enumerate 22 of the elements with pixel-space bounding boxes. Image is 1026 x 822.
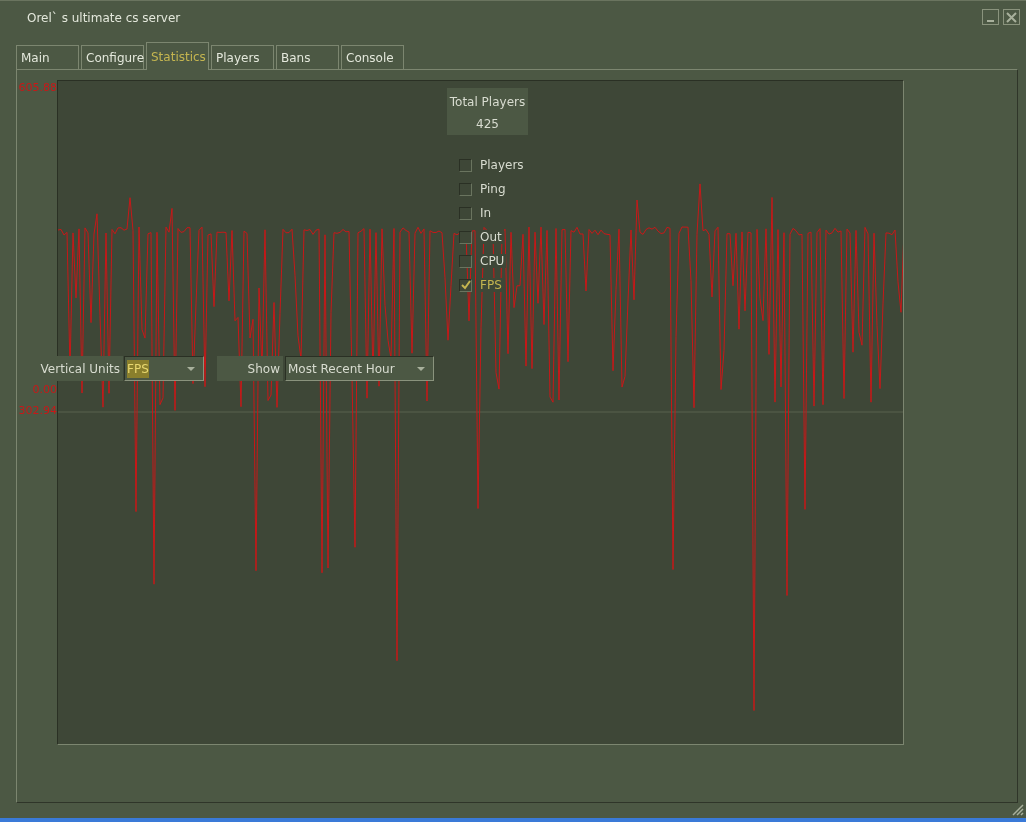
axis-label: 302.94 [17, 405, 57, 416]
resize-grip-icon[interactable] [1012, 804, 1024, 816]
tab[interactable]: Main [16, 45, 79, 69]
tab[interactable]: Players [211, 45, 274, 69]
total-players-value: 425 [475, 116, 500, 133]
show-dropdown[interactable]: Most Recent Hour [285, 356, 434, 381]
tab[interactable]: Statistics [146, 42, 209, 70]
tab[interactable]: Configure [81, 45, 144, 69]
tab[interactable]: Bans [276, 45, 339, 69]
minimize-icon [987, 20, 994, 22]
axis-label: 0.00 [31, 384, 57, 395]
close-button[interactable] [1003, 9, 1020, 25]
dropdown-arrow-icon [417, 366, 425, 371]
tab[interactable]: Console [341, 45, 404, 69]
total-players-label: Total Players [448, 94, 527, 111]
window-title: Orel` s ultimate cs server [27, 11, 181, 25]
minimize-button[interactable] [982, 9, 999, 25]
dropdown-arrow-icon [187, 366, 195, 371]
checkmark-icon [460, 280, 471, 290]
axis-label: 605.88 [17, 82, 57, 93]
close-icon [1006, 11, 1017, 23]
show-label: Show [217, 356, 283, 381]
